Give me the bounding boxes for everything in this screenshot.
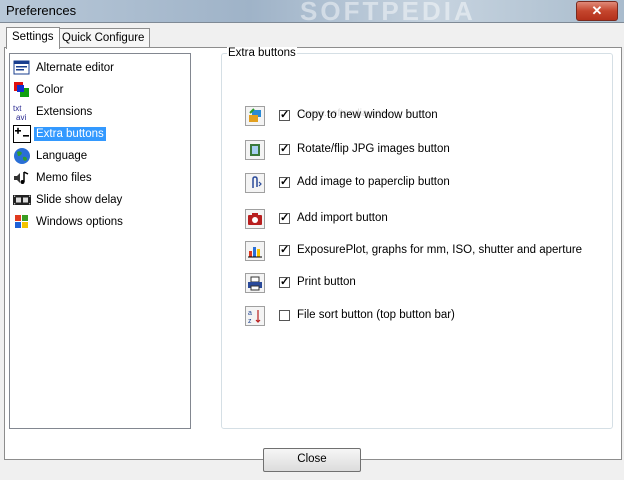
- option-label: File sort button (top button bar): [297, 309, 455, 321]
- svg-text:txt: txt: [13, 104, 22, 113]
- option-label: Rotate/flip JPG images button: [297, 143, 450, 155]
- window-title: Preferences: [6, 3, 77, 18]
- exposure-plot-checkbox[interactable]: ✓: [279, 245, 290, 256]
- add-to-paperclip-checkbox[interactable]: ✓: [279, 177, 290, 188]
- option-label: Print button: [297, 276, 356, 288]
- option-file-sort: az File sort button (top button bar): [245, 306, 595, 328]
- sidebar-item-label: Extensions: [36, 106, 93, 118]
- option-print: ✓ Print button: [245, 273, 595, 295]
- rotate-flip-icon: [245, 140, 265, 160]
- sidebar-item-label: Windows options: [36, 216, 123, 228]
- svg-text:avi: avi: [16, 113, 26, 121]
- sidebar-item-windows-options[interactable]: Windows options: [12, 212, 186, 232]
- dialog-body: Settings Quick Configure Alternate edito…: [0, 22, 624, 480]
- option-label: Add import button: [297, 212, 388, 224]
- printer-icon: [245, 273, 265, 293]
- sidebar-item-label: Slide show delay: [36, 194, 123, 206]
- preferences-window: Preferences SOFTPEDIA ✕ Settings Quick C…: [0, 0, 624, 480]
- sidebar-item-alternate-editor[interactable]: Alternate editor: [12, 58, 186, 78]
- title-bar[interactable]: Preferences SOFTPEDIA ✕: [0, 0, 624, 26]
- option-copy-to-new-window: ✓ Copy to new window button: [245, 106, 595, 128]
- sidebar-item-label: Memo files: [36, 172, 92, 184]
- extra-buttons-icon: [13, 125, 31, 143]
- option-add-to-paperclip: ✓ Add image to paperclip button: [245, 173, 595, 195]
- tab-label: Settings: [12, 31, 54, 43]
- window-close-button[interactable]: ✕: [576, 1, 618, 21]
- option-add-import: ✓ Add import button: [245, 209, 595, 231]
- tab-settings[interactable]: Settings: [6, 27, 60, 49]
- svg-text:z: z: [248, 318, 252, 325]
- rotate-flip-jpg-checkbox[interactable]: ✓: [279, 144, 290, 155]
- globe-icon: [14, 148, 30, 164]
- film-strip-icon: [13, 195, 31, 205]
- close-icon: ✕: [591, 3, 603, 18]
- camera-import-icon: [245, 209, 265, 229]
- sidebar-item-extra-buttons[interactable]: Extra buttons: [12, 124, 186, 144]
- sidebar-item-label: Alternate editor: [36, 62, 114, 74]
- option-rotate-flip-jpg: ✓ Rotate/flip JPG images button: [245, 140, 595, 162]
- file-sort-icon: az: [245, 306, 265, 326]
- sidebar-item-color[interactable]: Color: [12, 80, 186, 100]
- memo-files-icon: [14, 171, 29, 184]
- print-checkbox[interactable]: ✓: [279, 277, 290, 288]
- tab-quick-configure[interactable]: Quick Configure: [56, 28, 151, 48]
- sidebar-item-language[interactable]: Language: [12, 146, 186, 166]
- option-label: Add image to paperclip button: [297, 176, 450, 188]
- option-label: ExposurePlot, graphs for mm, ISO, shutte…: [297, 244, 583, 256]
- sidebar-item-extensions[interactable]: txt avi Extensions: [12, 102, 186, 122]
- option-label: Copy to new window button: [297, 109, 438, 121]
- paperclip-icon: [245, 173, 265, 193]
- sidebar-item-slide-show-delay[interactable]: Slide show delay: [12, 190, 186, 210]
- color-icon: [14, 82, 29, 97]
- file-sort-checkbox[interactable]: [279, 310, 290, 321]
- settings-panel: Alternate editor Color txt avi Extension…: [4, 47, 622, 460]
- sidebar-item-memo-files[interactable]: Memo files: [12, 168, 186, 188]
- option-exposure-plot: ✓ ExposurePlot, graphs for mm, ISO, shut…: [245, 241, 595, 263]
- add-import-checkbox[interactable]: ✓: [279, 213, 290, 224]
- sidebar-item-label: Language: [36, 150, 88, 162]
- windows-logo-icon: [15, 215, 28, 228]
- svg-text:a: a: [248, 310, 252, 317]
- exposure-plot-icon: [245, 241, 265, 261]
- copy-window-icon: [245, 106, 265, 126]
- copy-to-new-window-checkbox[interactable]: ✓: [279, 110, 290, 121]
- tab-label: Quick Configure: [62, 32, 145, 44]
- sidebar-item-label: Extra buttons: [34, 127, 106, 141]
- sidebar-item-label: Color: [36, 84, 64, 96]
- category-list[interactable]: Alternate editor Color txt avi Extension…: [9, 53, 191, 429]
- alternate-editor-icon: [13, 60, 30, 75]
- extensions-icon: txt avi: [13, 104, 26, 121]
- close-button[interactable]: Close: [263, 448, 361, 472]
- group-title: Extra buttons: [227, 47, 297, 59]
